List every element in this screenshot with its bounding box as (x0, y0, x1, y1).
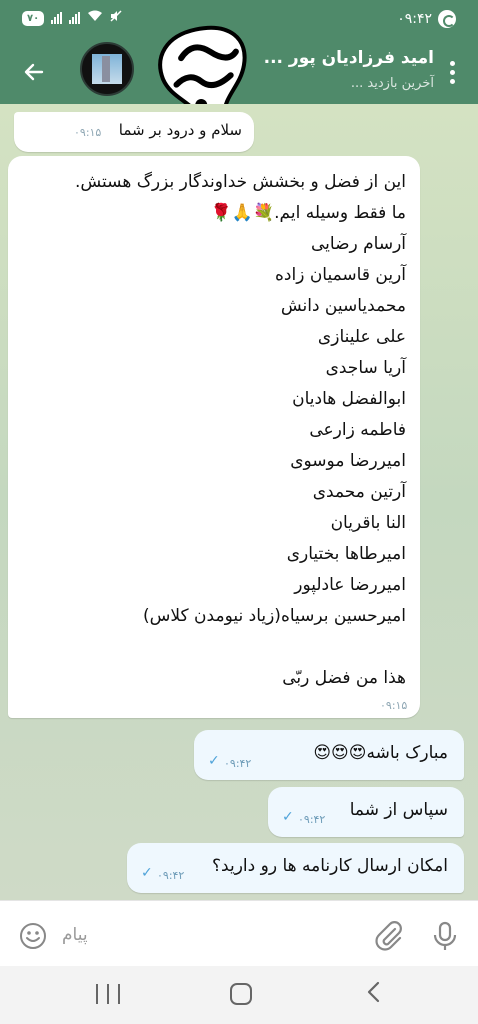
message-line: محمدیاسین دانش (280, 296, 406, 316)
clock: ۰۹:۴۲ (397, 11, 432, 27)
message-line: النا باقریان (330, 513, 406, 533)
avatar[interactable] (80, 42, 134, 96)
message-outgoing[interactable]: امکان ارسال کارنامه ها رو دارید؟ ۰۹:۴۲ ✓ (127, 843, 464, 893)
message-input[interactable] (62, 919, 362, 951)
status-left: ۷۰ (22, 10, 122, 26)
message-time: ۰۹:۴۲ (224, 757, 252, 770)
message-line: ابوالفضل هادیان (292, 389, 406, 409)
message-line: علی علینازی (317, 327, 406, 347)
message-text: مبارک باشه😍😍😍 (313, 743, 448, 763)
check-icon: ✓ (141, 865, 153, 881)
message-incoming-long[interactable]: این از فضل و بخشش خداوندگار بزرگ هستش. م… (8, 156, 420, 718)
message-time: ۰۹:۴۲ (157, 869, 185, 882)
paperclip-icon[interactable] (372, 919, 406, 953)
signal-icon (51, 12, 63, 24)
smiley-icon[interactable] (18, 921, 48, 951)
message-line: امیرطاها بختیاری (286, 544, 406, 564)
check-icon: ✓ (282, 809, 294, 825)
message-line: آرتین محمدی (312, 482, 406, 502)
kebab-menu-icon[interactable] (440, 54, 464, 90)
app-notification-icon (438, 10, 456, 28)
message-line: ما فقط وسیله ایم.💐🙏🌹 (210, 203, 406, 223)
check-icon: ✓ (208, 753, 220, 769)
mute-icon (110, 10, 122, 26)
message-line: فاطمه زارعی (309, 420, 406, 440)
message-line: آرسام رضایی (310, 234, 406, 254)
last-seen-status: آخرین بازدید ... (350, 76, 434, 91)
signal-icon-2 (69, 12, 81, 24)
message-line: هذا من فضل ربّی (282, 668, 406, 688)
system-nav-bar (0, 966, 478, 1024)
message-line: امیررضا عادلپور (294, 575, 406, 595)
wifi-icon (87, 10, 103, 26)
message-line: آریا ساجدی (325, 358, 406, 378)
message-line: آرین قاسمیان زاده (275, 265, 406, 285)
home-icon[interactable] (230, 983, 252, 1005)
back-arrow-icon[interactable] (14, 54, 54, 90)
message-text: سپاس از شما (349, 800, 448, 820)
message-line: امیرحسین برسیاه(زیاد نیومدن کلاس) (143, 606, 406, 626)
recent-apps-icon[interactable] (96, 984, 120, 1004)
message-incoming[interactable]: سلام و درود بر شما ۰۹:۱۵ (14, 112, 254, 152)
battery-indicator: ۷۰ (22, 10, 45, 26)
message-line: این از فضل و بخشش خداوندگار بزرگ هستش. (74, 172, 406, 192)
message-time: ۰۹:۱۵ (74, 126, 102, 139)
microphone-icon[interactable] (428, 919, 462, 953)
back-nav-icon[interactable] (362, 980, 386, 1008)
message-text: سلام و درود بر شما (118, 121, 242, 139)
message-text: امکان ارسال کارنامه ها رو دارید؟ (212, 856, 448, 876)
message-outgoing[interactable]: سپاس از شما ۰۹:۴۲ ✓ (268, 787, 464, 837)
chat-area[interactable]: سلام و درود بر شما ۰۹:۱۵ این از فضل و بخ… (0, 104, 478, 900)
chat-title[interactable]: امید فرزادیان پور ... (264, 48, 434, 68)
message-time: ۰۹:۴۲ (298, 813, 326, 826)
message-input-bar (0, 900, 478, 966)
message-time: ۰۹:۱۵ (380, 699, 408, 712)
message-line: امیررضا موسوی (290, 451, 406, 471)
status-right: ۰۹:۴۲ (397, 10, 456, 28)
avatar-figure (102, 56, 110, 82)
message-outgoing[interactable]: مبارک باشه😍😍😍 ۰۹:۴۲ ✓ (194, 730, 464, 780)
